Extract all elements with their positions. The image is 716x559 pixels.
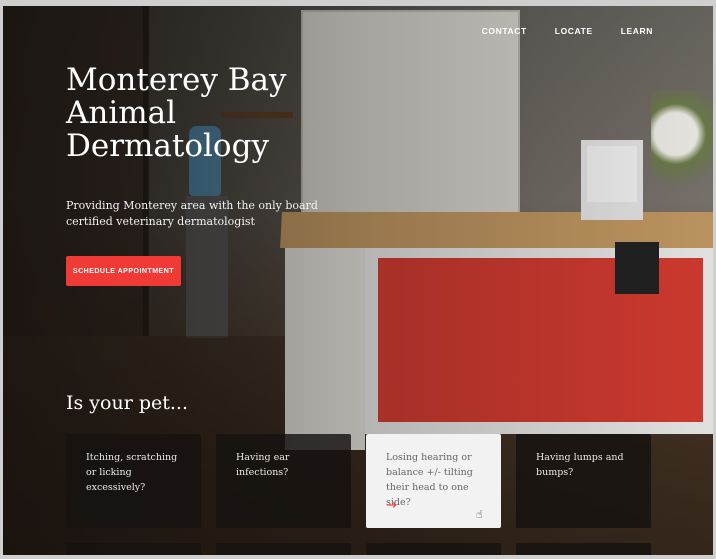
symptom-card-text: Itching, scratching or licking excessive… [86,452,178,493]
symptom-card-text: Having ear infections? [236,452,290,478]
arrow-right-icon[interactable]: → [386,498,397,513]
hero-section: CONTACT LOCATE LEARN Monterey Bay Animal… [3,6,713,555]
nav-learn[interactable]: LEARN [621,26,653,36]
symptom-card-text: Losing hearing or balance +/- tilting th… [386,452,473,508]
hand-cursor-icon: ☝ [476,508,483,521]
hero-subtitle: Providing Monterey area with the only bo… [66,199,318,228]
symptom-cards-second-row [66,543,651,555]
symptom-card-lumps[interactable]: Having lumps and bumps? [516,434,651,528]
symptom-card-partial[interactable] [216,543,351,555]
top-nav: CONTACT LOCATE LEARN [482,26,653,36]
symptom-cards: Itching, scratching or licking excessive… [66,434,651,528]
schedule-appointment-button[interactable]: SCHEDULE APPOINTMENT [66,256,181,286]
hero-title: Monterey Bay Animal Dermatology [66,62,287,164]
symptom-card-partial[interactable] [516,543,651,555]
symptom-card-itching[interactable]: Itching, scratching or licking excessive… [66,434,201,528]
symptom-card-partial[interactable] [366,543,501,555]
symptom-card-ear-infections[interactable]: Having ear infections? [216,434,351,528]
symptoms-heading: Is your pet... [66,392,188,414]
nav-contact[interactable]: CONTACT [482,26,527,36]
symptom-card-hearing-balance[interactable]: Losing hearing or balance +/- tilting th… [366,434,501,528]
symptom-card-partial[interactable] [66,543,201,555]
symptom-card-text: Having lumps and bumps? [536,452,624,478]
nav-locate[interactable]: LOCATE [555,26,593,36]
